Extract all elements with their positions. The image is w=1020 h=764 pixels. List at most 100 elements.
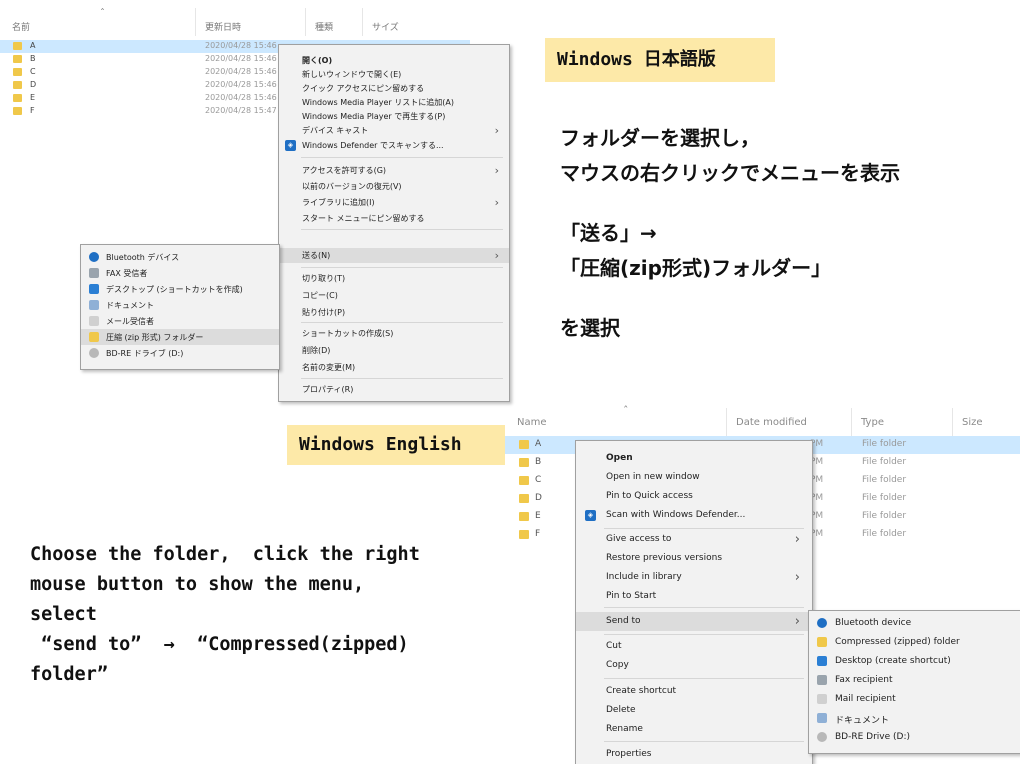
submenu-bd-drive[interactable]: BD-RE Drive (D:) xyxy=(809,728,1020,747)
jp-sendto-submenu: Bluetooth デバイス FAX 受信者 デスクトップ (ショートカットを作… xyxy=(80,244,280,370)
column-size[interactable]: サイズ xyxy=(372,20,399,33)
menu-label: Windows Media Player で再生する(P) xyxy=(302,112,446,121)
menu-include-library[interactable]: Include in library › xyxy=(576,568,812,587)
sort-chevron-icon: ˆ xyxy=(100,8,105,19)
menu-defender-scan[interactable]: ◈ Windows Defender でスキャンする... xyxy=(279,138,509,153)
menu-paste[interactable]: 貼り付け(P) xyxy=(279,305,509,320)
submenu-mail[interactable]: Mail recipient xyxy=(809,690,1020,709)
folder-icon xyxy=(13,55,22,63)
menu-delete[interactable]: Delete xyxy=(576,701,812,720)
submenu-label: Mail recipient xyxy=(835,694,896,704)
submenu-bd-drive[interactable]: BD-RE ドライブ (D:) xyxy=(81,345,279,361)
fax-icon xyxy=(817,675,827,685)
submenu-bluetooth[interactable]: Bluetooth デバイス xyxy=(81,249,279,265)
menu-restore-versions[interactable]: 以前のバージョンの復元(V) xyxy=(279,179,509,194)
submenu-desktop[interactable]: Desktop (create shortcut) xyxy=(809,652,1020,671)
menu-label: Include in library xyxy=(606,572,682,582)
submenu-fax[interactable]: Fax recipient xyxy=(809,671,1020,690)
jp-instruction-line: を選択 xyxy=(560,316,620,340)
submenu-compressed-folder[interactable]: 圧縮 (zip 形式) フォルダー xyxy=(81,329,279,345)
column-date[interactable]: 更新日時 xyxy=(205,20,241,33)
menu-pin-start[interactable]: Pin to Start xyxy=(576,587,812,606)
folder-icon xyxy=(519,440,529,449)
submenu-label: Desktop (create shortcut) xyxy=(835,656,951,666)
menu-create-shortcut[interactable]: ショートカットの作成(S) xyxy=(279,326,509,341)
file-name: B xyxy=(30,54,36,63)
menu-cut[interactable]: Cut xyxy=(576,637,812,656)
menu-include-library[interactable]: ライブラリに追加(I) › xyxy=(279,195,509,210)
file-date: 2020/04/28 15:46 xyxy=(205,93,277,102)
menu-open[interactable]: 開く(O) xyxy=(279,53,509,68)
column-name[interactable]: Name xyxy=(517,417,547,428)
submenu-compressed-folder[interactable]: Compressed (zipped) folder xyxy=(809,633,1020,652)
submenu-label: Bluetooth device xyxy=(835,618,912,628)
menu-wmp-add-list[interactable]: Windows Media Player リストに追加(A) xyxy=(279,95,509,110)
menu-open-new-window[interactable]: Open in new window xyxy=(576,468,812,487)
menu-rename[interactable]: 名前の変更(M) xyxy=(279,360,509,375)
jp-context-menu: 開く(O) 新しいウィンドウで開く(E) クイック アクセスにピン留めする Wi… xyxy=(278,44,510,402)
menu-label: 以前のバージョンの復元(V) xyxy=(302,182,402,191)
menu-device-cast[interactable]: デバイス キャスト › xyxy=(279,123,509,138)
menu-label: 送る(N) xyxy=(302,251,331,260)
column-type[interactable]: 種類 xyxy=(315,20,333,33)
menu-rename[interactable]: Rename xyxy=(576,720,812,739)
menu-give-access[interactable]: Give access to › xyxy=(576,530,812,549)
menu-wmp-play[interactable]: Windows Media Player で再生する(P) xyxy=(279,109,509,124)
file-type: File folder xyxy=(862,439,907,449)
en-version-label: Windows English xyxy=(287,425,505,465)
menu-send-to[interactable]: 送る(N) › xyxy=(279,248,509,263)
submenu-documents[interactable]: ドキュメント xyxy=(809,709,1020,728)
column-date[interactable]: Date modified xyxy=(736,417,807,428)
file-name: A xyxy=(30,41,36,50)
chevron-right-icon: › xyxy=(494,124,499,137)
column-divider xyxy=(726,408,727,438)
menu-properties[interactable]: プロパティ(R) xyxy=(279,382,509,397)
menu-copy[interactable]: Copy xyxy=(576,656,812,675)
submenu-label: デスクトップ (ショートカットを作成) xyxy=(106,285,243,294)
menu-separator xyxy=(301,157,503,158)
folder-icon xyxy=(13,81,22,89)
submenu-fax[interactable]: FAX 受信者 xyxy=(81,265,279,281)
menu-pin-quick-access[interactable]: Pin to Quick access xyxy=(576,487,812,506)
menu-separator xyxy=(604,741,804,742)
column-divider xyxy=(362,8,363,36)
en-instruction-line: Choose the folder, click the right xyxy=(30,544,420,565)
folder-icon xyxy=(13,107,22,115)
menu-create-shortcut[interactable]: Create shortcut xyxy=(576,682,812,701)
menu-open[interactable]: Open xyxy=(576,449,812,468)
folder-icon xyxy=(519,494,529,503)
menu-defender-scan[interactable]: ◈ Scan with Windows Defender... xyxy=(576,506,812,525)
menu-pin-quick-access[interactable]: クイック アクセスにピン留めする xyxy=(279,81,509,96)
en-instruction-line: “send to” → “Compressed(zipped) xyxy=(30,634,409,655)
menu-label: Rename xyxy=(606,724,643,734)
file-name: C xyxy=(535,475,542,485)
file-name: E xyxy=(30,93,36,102)
folder-icon xyxy=(519,476,529,485)
file-type: File folder xyxy=(862,529,907,539)
column-divider xyxy=(851,408,852,438)
submenu-desktop[interactable]: デスクトップ (ショートカットを作成) xyxy=(81,281,279,297)
menu-open-new-window[interactable]: 新しいウィンドウで開く(E) xyxy=(279,67,509,82)
menu-label: デバイス キャスト xyxy=(302,126,369,135)
menu-restore-versions[interactable]: Restore previous versions xyxy=(576,549,812,568)
desktop-icon xyxy=(89,284,99,294)
menu-delete[interactable]: 削除(D) xyxy=(279,343,509,358)
menu-properties[interactable]: Properties xyxy=(576,745,812,764)
menu-cut[interactable]: 切り取り(T) xyxy=(279,271,509,286)
column-size[interactable]: Size xyxy=(962,417,983,428)
menu-send-to[interactable]: Send to › xyxy=(576,612,812,631)
submenu-bluetooth[interactable]: Bluetooth device xyxy=(809,614,1020,633)
file-name: A xyxy=(535,439,542,449)
menu-label: 削除(D) xyxy=(302,346,331,355)
disc-drive-icon xyxy=(89,348,99,358)
submenu-mail[interactable]: メール受信者 xyxy=(81,313,279,329)
submenu-label: BD-RE ドライブ (D:) xyxy=(106,349,184,358)
submenu-label: BD-RE Drive (D:) xyxy=(835,732,910,742)
column-name[interactable]: 名前 xyxy=(12,20,30,33)
folder-icon xyxy=(519,512,529,521)
column-type[interactable]: Type xyxy=(861,417,884,428)
menu-give-access[interactable]: アクセスを許可する(G) › xyxy=(279,163,509,178)
submenu-documents[interactable]: ドキュメント xyxy=(81,297,279,313)
menu-copy[interactable]: コピー(C) xyxy=(279,288,509,303)
menu-pin-start[interactable]: スタート メニューにピン留めする xyxy=(279,211,509,226)
